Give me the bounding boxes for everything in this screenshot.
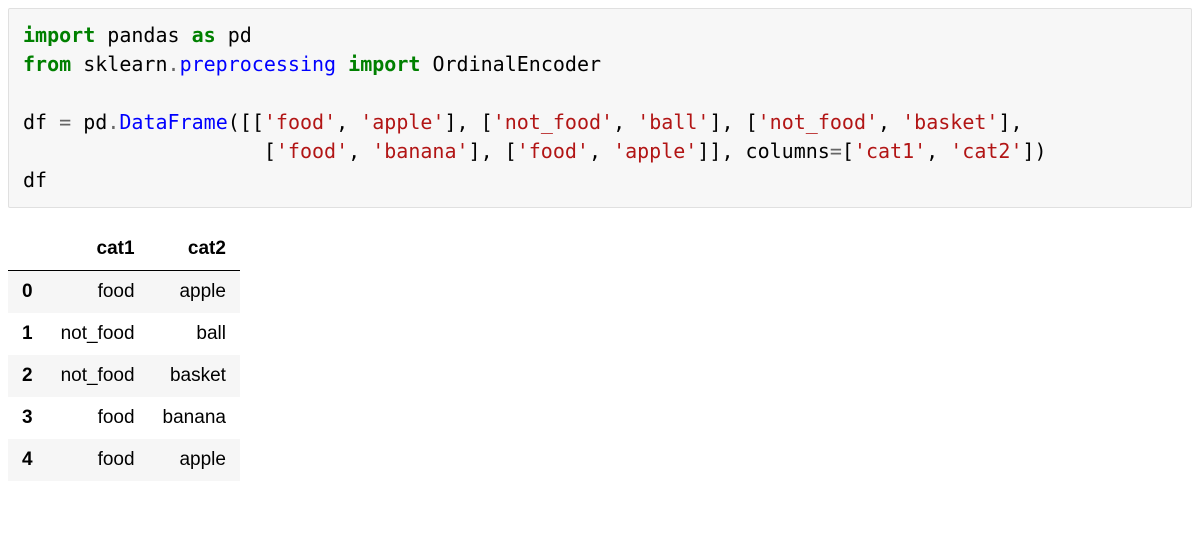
cell-cat2: basket [149,355,240,397]
cell-cat2: ball [149,313,240,355]
row-index: 1 [8,313,47,355]
header-cat2: cat2 [149,228,240,271]
comma: , [613,110,625,134]
comma: , [348,139,360,163]
bracket-open: [ [842,139,854,163]
bracket-open: ([[ [228,110,264,134]
cell-cat2: apple [149,271,240,314]
str-banana: 'banana' [372,139,468,163]
header-cat1: cat1 [47,228,149,271]
alias-pd: pd [228,23,252,47]
row-index: 3 [8,397,47,439]
comma: , [878,110,890,134]
cell-cat1: not_food [47,313,149,355]
dot: . [107,110,119,134]
submodule-preprocessing: preprocessing [180,52,337,76]
indent: [ [23,139,276,163]
cell-cat2: banana [149,397,240,439]
equals: = [830,139,842,163]
header-corner [8,228,47,271]
bracket: ], [ [469,139,517,163]
dataframe-table: cat1 cat2 0 food apple 1 not_food ball 2… [8,228,240,481]
bracket: ], [ [445,110,493,134]
keyword-import: import [23,23,95,47]
table-row: 2 not_food basket [8,355,240,397]
bracket: ], [ [709,110,757,134]
table-row: 0 food apple [8,271,240,314]
cell-cat1: food [47,439,149,481]
bracket-close: ]) [1023,139,1047,163]
cell-cat1: not_food [47,355,149,397]
equals: = [59,110,71,134]
fn-dataframe: DataFrame [119,110,227,134]
str-apple: 'apple' [360,110,444,134]
str-food: 'food' [264,110,336,134]
cell-cat1: food [47,397,149,439]
comma: , [589,139,601,163]
str-not-food: 'not_food' [758,110,878,134]
dot: . [168,52,180,76]
str-food: 'food' [276,139,348,163]
var-df: df [23,110,47,134]
keyword-as: as [192,23,216,47]
str-apple: 'apple' [613,139,697,163]
bracket-close: ]], [697,139,733,163]
obj-pd: pd [83,110,107,134]
row-index: 4 [8,439,47,481]
row-index: 2 [8,355,47,397]
comma: , [926,139,938,163]
table-row: 3 food banana [8,397,240,439]
keyword-from: from [23,52,71,76]
cell-cat1: food [47,271,149,314]
code-cell: import pandas as pd from sklearn.preproc… [8,8,1192,208]
str-ball: 'ball' [637,110,709,134]
bracket: ], [998,110,1022,134]
kw-columns: columns [746,139,830,163]
str-cat1: 'cat1' [854,139,926,163]
str-food: 'food' [517,139,589,163]
expr-df: df [23,168,47,192]
row-index: 0 [8,271,47,314]
table-row: 4 food apple [8,439,240,481]
module-pandas: pandas [107,23,179,47]
str-cat2: 'cat2' [950,139,1022,163]
str-basket: 'basket' [902,110,998,134]
name-ordinalencoder: OrdinalEncoder [432,52,601,76]
str-not-food: 'not_food' [493,110,613,134]
comma: , [336,110,348,134]
keyword-import: import [348,52,420,76]
output-area: cat1 cat2 0 food apple 1 not_food ball 2… [8,228,1192,481]
cell-cat2: apple [149,439,240,481]
table-row: 1 not_food ball [8,313,240,355]
module-sklearn: sklearn [83,52,167,76]
